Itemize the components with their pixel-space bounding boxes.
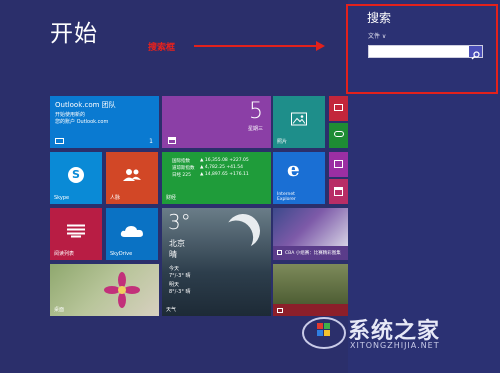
calendar-day: 星期三 [247, 126, 263, 132]
finance-row-1: 道琼斯指数 ▲ 4,782.25 +41.54 [172, 165, 267, 171]
finance-value: ▲ 14,897.65 +176.11 [200, 172, 249, 177]
video-icon [334, 104, 343, 111]
finance-name: 日经 225 [172, 173, 192, 178]
photo-icon [291, 112, 307, 126]
flower-image [104, 272, 140, 308]
watermark-logo-icon [302, 317, 346, 349]
tile-people[interactable]: 人脉 [106, 152, 158, 204]
skydrive-label: SkyDrive [110, 251, 133, 257]
photos-label: 照片 [277, 139, 288, 145]
finance-row-0: 国际指数 ▲ 16,355.08 +227.05 [172, 158, 267, 164]
sports-photo [273, 208, 349, 246]
annotation-arrow-line [194, 45, 318, 47]
start-title: 开始 [50, 21, 98, 47]
ie-label: Internet Explorer [277, 192, 296, 202]
tile-games[interactable] [329, 123, 349, 148]
news-icon [277, 308, 283, 313]
outlook-title: Outlook.com 团队 [55, 101, 116, 109]
trophy-icon [277, 250, 282, 255]
tile-skype[interactable]: S Skype [50, 152, 102, 204]
tile-news[interactable] [273, 264, 349, 316]
weather-today: 今天 [169, 266, 180, 272]
people-label: 人脉 [110, 195, 121, 201]
tile-weather[interactable]: 3° 北京 晴 今天 7°/-3° 晴 明天 8°/-3° 晴 天气 [162, 208, 271, 316]
skype-icon: S [68, 166, 84, 183]
moon-icon [220, 208, 265, 253]
tile-ie[interactable]: e Internet Explorer [273, 152, 325, 204]
reading-list-label: 阅读列表 [54, 251, 75, 257]
finance-name: 道琼斯指数 [172, 166, 195, 171]
tile-calendar[interactable]: 5 星期三 [162, 96, 271, 148]
sports-label: CBA 小组赛：比赛精彩图集 [285, 251, 341, 256]
tile-store[interactable] [329, 179, 349, 204]
tile-photos[interactable]: 照片 [273, 96, 325, 148]
tile-desktop[interactable]: 桌面 [50, 264, 159, 316]
watermark-url: XITONGZHIJIA.NET [350, 341, 440, 350]
tile-video[interactable] [329, 96, 349, 121]
ie-icon: e [287, 157, 300, 181]
cloud-icon [120, 225, 143, 237]
weather-temp: 3° [168, 210, 191, 234]
calendar-number: 5 [249, 99, 263, 124]
finance-row-2: 日经 225 ▲ 14,897.65 +176.11 [172, 172, 267, 178]
tile-outlook[interactable]: Outlook.com 团队 开始使用新的 您的账户 Outlook.com 1 [50, 96, 159, 148]
calendar-icon [168, 137, 176, 144]
tile-maps[interactable] [329, 152, 349, 177]
tile-finance[interactable]: 国际指数 ▲ 16,355.08 +227.05 道琼斯指数 ▲ 4,782.2… [162, 152, 271, 204]
weather-today-range: 7°/-3° 晴 [169, 273, 191, 279]
finance-label: 财经 [166, 195, 177, 201]
tile-skydrive[interactable]: SkyDrive [106, 208, 158, 260]
people-icon [123, 168, 141, 181]
skype-label: Skype [54, 195, 70, 201]
outlook-line1: 开始使用新的 [55, 112, 86, 118]
weather-tomorrow-range: 8°/-3° 晴 [169, 289, 191, 295]
store-icon [334, 187, 343, 196]
search-highlight-box [346, 4, 498, 94]
annotation-arrow-head [316, 41, 325, 51]
weather-label: 天气 [166, 307, 177, 313]
news-photo [273, 264, 349, 304]
reading-list-icon [67, 224, 85, 238]
finance-value: ▲ 4,782.25 +41.54 [200, 165, 244, 170]
mail-icon [55, 138, 64, 144]
tile-reading-list[interactable]: 阅读列表 [50, 208, 102, 260]
finance-name: 国际指数 [172, 159, 190, 164]
finance-value: ▲ 16,355.08 +227.05 [200, 158, 249, 163]
weather-tomorrow: 明天 [169, 282, 180, 288]
outlook-line2: 您的账户 Outlook.com [55, 119, 109, 125]
desktop-label: 桌面 [54, 307, 65, 313]
outlook-badge: 1 [149, 138, 153, 145]
gamepad-icon [334, 131, 344, 137]
tile-sports[interactable]: CBA 小组赛：比赛精彩图集 [273, 208, 349, 260]
weather-condition: 晴 [169, 250, 177, 259]
weather-city: 北京 [169, 239, 185, 248]
watermark: 系统之家 XITONGZHIJIA.NET [302, 311, 492, 355]
map-icon [334, 160, 343, 168]
annotation-label: 搜索框 [148, 43, 176, 53]
